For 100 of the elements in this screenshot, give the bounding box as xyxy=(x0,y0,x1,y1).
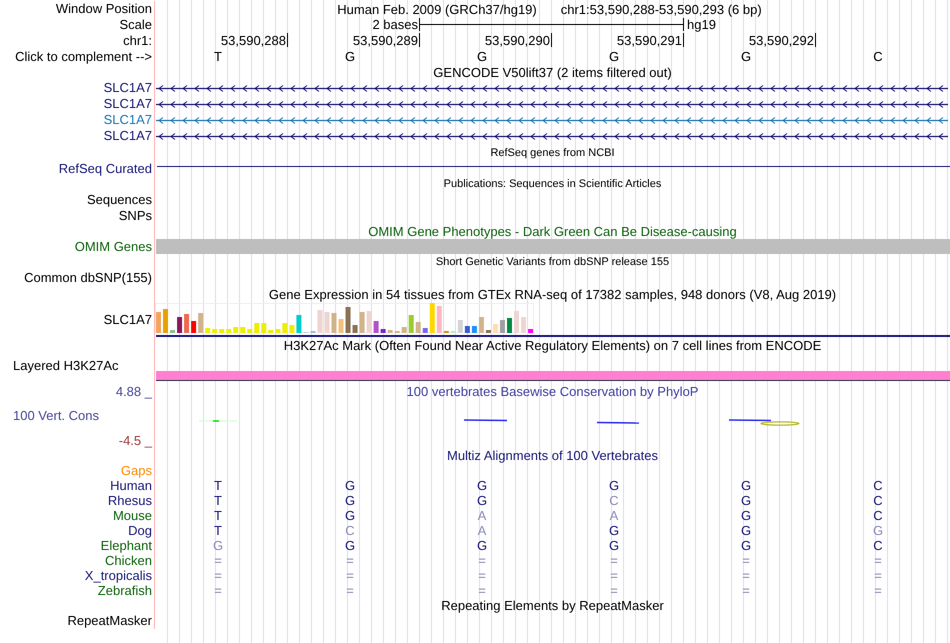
alignment-base: G xyxy=(740,523,752,538)
alignment-base: T xyxy=(214,493,222,508)
alignment-base: G xyxy=(476,538,488,553)
alignment-base: G xyxy=(344,538,356,553)
alignment-base: = xyxy=(214,583,222,598)
track-label[interactable]: RefSeq Curated xyxy=(58,161,152,177)
track-title: GENCODE V50lift37 (2 items filtered out) xyxy=(433,65,672,80)
alignment-base: C xyxy=(345,523,355,538)
alignment-base: A xyxy=(610,508,618,523)
track-label[interactable]: Layered H3K27Ac xyxy=(13,358,119,373)
alignment-base: G xyxy=(344,478,356,493)
alignment-base: = xyxy=(874,583,882,598)
track-label[interactable]: Dog xyxy=(128,523,152,538)
track-label: chr1: xyxy=(123,33,152,49)
alignment-base: G xyxy=(740,538,752,553)
track-label[interactable]: OMIM Genes xyxy=(74,239,152,255)
track-title: RefSeq genes from NCBI xyxy=(490,146,615,161)
track-label[interactable]: Click to complement --> xyxy=(15,49,152,65)
track-label[interactable]: SNPs xyxy=(118,208,152,224)
transcript-feature[interactable] xyxy=(156,132,948,141)
alignment-base: = xyxy=(346,583,354,598)
alignment-base: G xyxy=(476,493,488,508)
track-label[interactable]: SLC1A7 xyxy=(104,112,152,128)
alignment-base: A xyxy=(478,523,486,538)
alignment-base: = xyxy=(610,568,618,583)
ruler-position: 53,590,292 xyxy=(748,33,814,49)
track-label[interactable]: Rhesus xyxy=(108,493,152,508)
ruler-tick xyxy=(287,33,288,47)
alignment-base: T xyxy=(214,508,222,523)
assembly-label: hg19 xyxy=(687,17,716,33)
track-label[interactable]: Mouse xyxy=(112,508,152,523)
alignment-base: G xyxy=(344,508,356,523)
alignment-base: = xyxy=(346,568,354,583)
alignment-base: G xyxy=(344,493,356,508)
assembly-title: Human Feb. 2009 (GRCh37/hg19) xyxy=(337,2,537,16)
ruler-position: 53,590,290 xyxy=(484,33,550,49)
alignment-base: C xyxy=(873,508,883,523)
track-title: OMIM Gene Phenotypes - Dark Green Can Be Disease-causing xyxy=(368,224,737,239)
alignment-base: G xyxy=(608,478,620,493)
track-label[interactable]: SLC1A7 xyxy=(104,312,152,326)
track-label[interactable]: 100 Vert. Cons xyxy=(13,408,99,423)
alignment-base: A xyxy=(478,508,486,523)
alignment-base: = xyxy=(346,553,354,568)
base-letter[interactable]: G xyxy=(476,49,488,65)
track-label[interactable]: RepeatMasker xyxy=(67,613,152,629)
ruler-position: 53,590,291 xyxy=(616,33,682,49)
alignment-base: = xyxy=(478,583,486,598)
alignment-base: = xyxy=(742,553,750,568)
track-label: Window Position xyxy=(56,1,152,17)
alignment-base: = xyxy=(214,568,222,583)
base-letter[interactable]: C xyxy=(873,49,883,65)
alignment-base: G xyxy=(608,523,620,538)
alignment-base: = xyxy=(874,553,882,568)
track-label: Scale xyxy=(119,17,152,33)
alignment-base: C xyxy=(873,493,883,508)
track-title: Short Genetic Variants from dbSNP release 155 xyxy=(436,255,670,270)
alignment-base: T xyxy=(214,478,222,493)
alignment-base: = xyxy=(478,553,486,568)
expression-bars-drawing[interactable] xyxy=(155,303,535,333)
track-title: Gene Expression in 54 tissues from GTEx RNA-seq of 17382 samples, 948 donors (V8, Aug 2019) xyxy=(268,287,836,302)
track-label[interactable]: Sequences xyxy=(86,192,152,208)
base-letter[interactable]: G xyxy=(344,49,356,65)
base-letter[interactable]: G xyxy=(608,49,620,65)
track-label[interactable]: X_tropicalis xyxy=(84,568,152,583)
track-label[interactable]: Human xyxy=(110,478,152,493)
track-label[interactable]: SLC1A7 xyxy=(104,96,152,112)
transcript-feature[interactable] xyxy=(156,84,948,93)
track-label[interactable]: Chicken xyxy=(105,553,152,568)
scale-length: 2 bases xyxy=(372,17,418,33)
track-label[interactable]: Common dbSNP(155) xyxy=(24,270,152,286)
track-label[interactable]: SLC1A7 xyxy=(104,128,152,144)
alignment-base: G xyxy=(212,538,224,553)
alignment-base: = xyxy=(742,583,750,598)
track-label[interactable]: Zebrafish xyxy=(98,583,152,598)
ruler-position: 53,590,289 xyxy=(352,33,418,49)
alignment-base: G xyxy=(740,493,752,508)
track-title: 100 vertebrates Basewise Conservation by PhyloP xyxy=(406,384,698,399)
base-letter[interactable]: T xyxy=(214,49,222,65)
axis-max-label: 4.88 _ xyxy=(116,383,154,399)
alignment-base: G xyxy=(740,508,752,523)
ruler-tick xyxy=(683,33,684,47)
alignment-base: C xyxy=(873,538,883,553)
base-letter[interactable]: G xyxy=(740,49,752,65)
track-title: Publications: Sequences in Scientific Articles xyxy=(444,177,662,192)
alignment-base: G xyxy=(872,523,884,538)
axis-min-label: -4.5 _ xyxy=(118,432,154,448)
track-label[interactable]: Elephant xyxy=(100,538,152,553)
alignment-base: T xyxy=(214,523,222,538)
alignment-base: C xyxy=(609,493,619,508)
track-label[interactable]: SLC1A7 xyxy=(104,80,152,96)
alignment-base: = xyxy=(214,553,222,568)
ruler-position: 53,590,288 xyxy=(220,33,286,49)
ruler-tick xyxy=(815,33,816,47)
track-title: Multiz Alignments of 100 Vertebrates xyxy=(446,448,658,462)
ruler-tick xyxy=(551,33,552,47)
alignment-base: = xyxy=(610,583,618,598)
alignment-base: = xyxy=(742,568,750,583)
alignment-base: G xyxy=(608,538,620,553)
alignment-base: G xyxy=(476,478,488,493)
transcript-feature[interactable] xyxy=(156,100,948,109)
